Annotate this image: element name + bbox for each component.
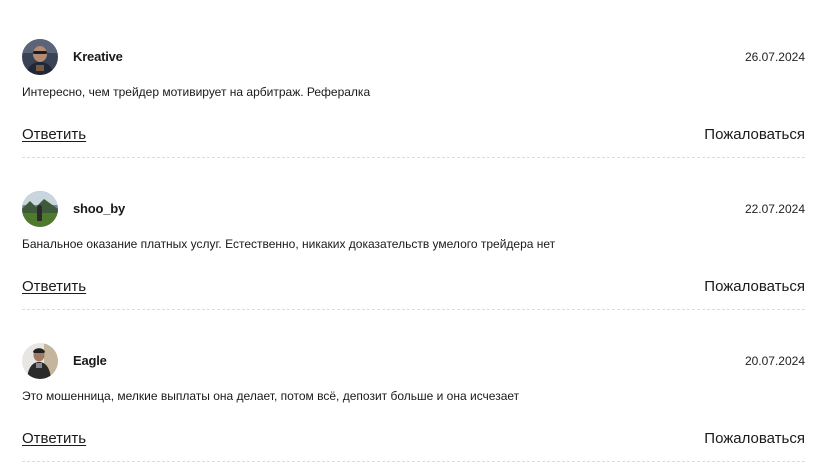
report-link[interactable]: Пожаловаться bbox=[704, 126, 805, 143]
comment-author: shoo_by bbox=[73, 201, 126, 216]
user-photo-icon bbox=[22, 39, 58, 75]
report-link[interactable]: Пожаловаться bbox=[704, 278, 805, 295]
user-photo-icon bbox=[22, 343, 58, 379]
comment-text: Интересно, чем трейдер мотивирует на арб… bbox=[22, 85, 371, 99]
comment-date: 26.07.2024 bbox=[744, 50, 805, 64]
report-link[interactable]: Пожаловаться bbox=[704, 430, 805, 447]
comment-date: 20.07.2024 bbox=[744, 354, 805, 368]
avatar bbox=[22, 343, 58, 379]
comment-author: Kreative bbox=[73, 49, 123, 64]
comment-item: Kreative 26.07.2024 Интересно, чем трейд… bbox=[22, 0, 805, 158]
comments-list: Kreative 26.07.2024 Интересно, чем трейд… bbox=[0, 0, 826, 466]
landscape-photo-icon bbox=[22, 191, 58, 227]
comment-item: Eagle 20.07.2024 Это мошенница, мелкие в… bbox=[22, 304, 805, 462]
comment-text: Это мошенница, мелкие выплаты она делает… bbox=[22, 389, 520, 403]
comment-text: Банальное оказание платных услуг. Естест… bbox=[22, 237, 556, 251]
reply-link[interactable]: Ответить bbox=[22, 126, 86, 143]
divider bbox=[22, 461, 805, 462]
reply-link[interactable]: Ответить bbox=[22, 278, 86, 295]
comment-item: shoo_by 22.07.2024 Банальное оказание пл… bbox=[22, 152, 805, 310]
comment-author: Eagle bbox=[73, 353, 107, 368]
comment-date: 22.07.2024 bbox=[744, 202, 805, 216]
reply-link[interactable]: Ответить bbox=[22, 430, 86, 447]
avatar bbox=[22, 39, 58, 75]
avatar bbox=[22, 191, 58, 227]
